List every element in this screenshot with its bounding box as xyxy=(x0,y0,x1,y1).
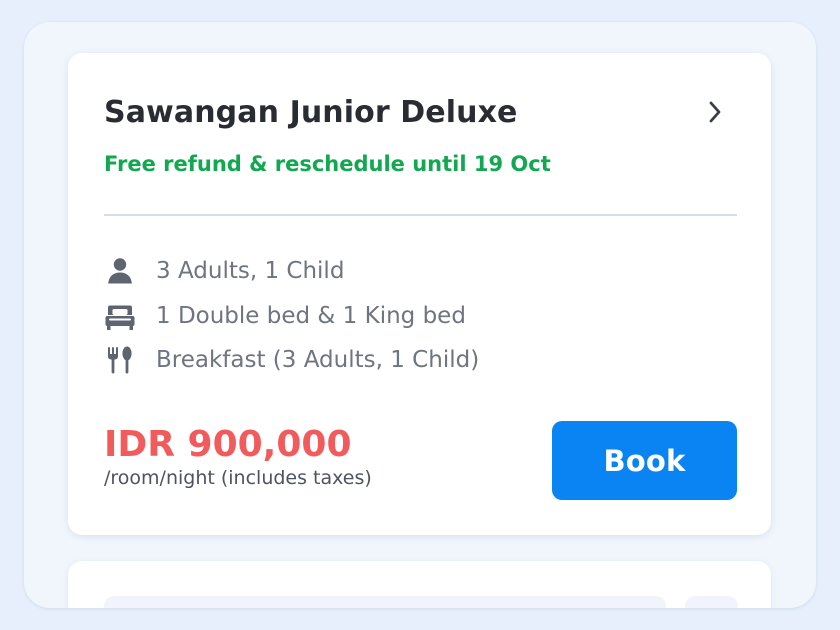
fork-spoon-icon xyxy=(104,345,136,375)
room-list-viewport: Sawangan Junior Deluxe Free refund & res… xyxy=(24,22,816,608)
guests-feature: 3 Adults, 1 Child xyxy=(104,256,344,286)
room-title: Sawangan Junior Deluxe xyxy=(104,95,518,130)
bed-icon xyxy=(104,301,136,331)
guests-label: 3 Adults, 1 Child xyxy=(156,258,345,284)
meals-label: Breakfast (3 Adults, 1 Child) xyxy=(156,347,480,373)
chevron-right-icon[interactable] xyxy=(700,97,730,127)
next-room-card[interactable] xyxy=(68,561,771,608)
next-card-thumbnail-placeholder xyxy=(685,596,738,608)
refund-policy: Free refund & reschedule until 19 Oct xyxy=(104,152,551,176)
book-button[interactable]: Book xyxy=(552,421,737,500)
person-icon xyxy=(104,256,136,286)
next-card-image-placeholder xyxy=(104,596,666,608)
price-note: /room/night (includes taxes) xyxy=(104,467,372,489)
room-card[interactable]: Sawangan Junior Deluxe Free refund & res… xyxy=(68,53,771,535)
room-price: IDR 900,000 xyxy=(104,424,352,465)
beds-label: 1 Double bed & 1 King bed xyxy=(156,303,466,329)
divider xyxy=(104,214,737,216)
beds-feature: 1 Double bed & 1 King bed xyxy=(104,301,466,331)
meals-feature: Breakfast (3 Adults, 1 Child) xyxy=(104,345,479,375)
